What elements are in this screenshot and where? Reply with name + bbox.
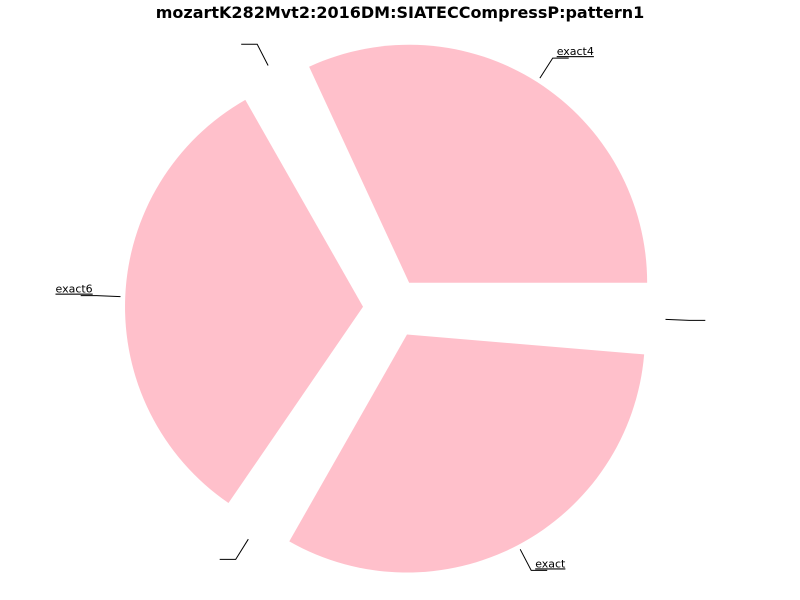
slice-label-exact4: exact4 [557,45,594,58]
pie-slices [125,44,661,573]
slice-label-exact6: exact6 [56,283,93,296]
pie-chart: exact4 exact6 exact [56,43,706,573]
leader-line [241,43,269,66]
pie-slice-unlabeled-5 [422,309,661,330]
leader-line [80,295,121,298]
leader-line [539,57,569,79]
slice-label-exact: exact [535,557,566,570]
pie-slice-exact [289,334,645,573]
leader-line [219,538,249,560]
leader-line [665,318,706,321]
pie-slice-exact6 [125,99,364,504]
